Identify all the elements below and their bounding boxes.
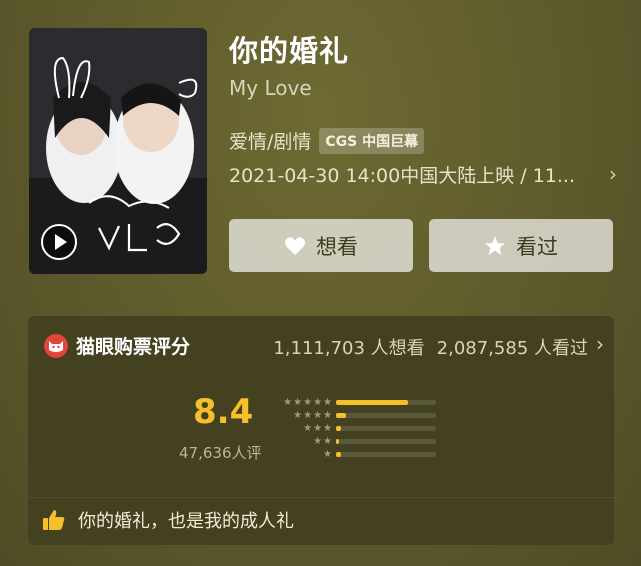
rating-bar-fill xyxy=(336,400,408,405)
release-info-row[interactable]: 2021-04-30 14:00中国大陆上映 / 11... › xyxy=(229,161,621,187)
rating-card: 猫眼购票评分 1,111,703 人想看 2,087,585 人看过 › 8.4… xyxy=(28,316,614,545)
thumbs-up-icon xyxy=(43,509,65,530)
star-icon: ★ xyxy=(303,396,313,408)
rater-count: 47,636人评 xyxy=(179,444,262,462)
star-icon: ★ xyxy=(303,409,313,421)
movie-genre: 爱情/剧情 xyxy=(229,131,312,153)
star-icon: ★ xyxy=(323,409,332,421)
star-icons: ★ ★ ★ ★ ★ xyxy=(280,396,332,408)
star-icons: ★ xyxy=(280,448,332,460)
audience-counts[interactable]: 1,111,703 人想看 2,087,585 人看过 xyxy=(273,334,588,360)
star-icon: ★ xyxy=(323,422,332,434)
rating-card-title: 猫眼购票评分 xyxy=(76,336,191,358)
rating-row-4-star: ★ ★ ★ ★ xyxy=(280,409,436,422)
movie-title: 你的婚礼 xyxy=(229,34,350,68)
rating-bar-fill xyxy=(336,413,346,418)
play-trailer-button[interactable] xyxy=(41,224,77,260)
star-icon: ★ xyxy=(313,396,323,408)
star-icon: ★ xyxy=(313,435,323,447)
want-to-watch-button[interactable]: 想看 xyxy=(229,219,413,272)
star-icon: ★ xyxy=(303,422,313,434)
star-icon: ★ xyxy=(313,422,323,434)
rating-score: 8.4 xyxy=(193,392,254,432)
rating-row-2-star: ★ ★ xyxy=(280,435,436,448)
star-icon xyxy=(484,235,506,255)
rating-bar-fill xyxy=(336,439,339,444)
heart-icon xyxy=(285,236,305,255)
rating-bar-track xyxy=(336,439,436,444)
genre-row: 爱情/剧情 CGS 中国巨幕 xyxy=(229,127,425,154)
review-text: 你的婚礼，也是我的成人礼 xyxy=(78,510,294,532)
star-icon: ★ xyxy=(323,435,332,447)
star-icon: ★ xyxy=(313,409,323,421)
star-icon: ★ xyxy=(323,448,332,460)
rating-bar-fill xyxy=(336,426,341,431)
release-info: 2021-04-30 14:00中国大陆上映 / 11... xyxy=(229,164,575,187)
chevron-right-icon: › xyxy=(596,332,604,356)
star-icon: ★ xyxy=(323,396,332,408)
maoyan-cat-icon xyxy=(44,333,68,358)
rating-distribution: ★ ★ ★ ★ ★ ★ ★ ★ ★ ★ ★ ★ ★ ★ ★ xyxy=(280,396,436,461)
seen-label: 看过 xyxy=(516,234,558,259)
rating-row-3-star: ★ ★ ★ xyxy=(280,422,436,435)
movie-english-title: My Love xyxy=(229,76,312,100)
star-icon: ★ xyxy=(283,396,293,408)
chevron-right-icon: › xyxy=(609,162,617,186)
star-icons: ★ ★ xyxy=(280,435,332,447)
star-icons: ★ ★ ★ xyxy=(280,422,332,434)
want-label: 想看 xyxy=(316,234,358,259)
format-badge: CGS 中国巨幕 xyxy=(319,127,425,154)
featured-review[interactable]: 你的婚礼，也是我的成人礼 xyxy=(28,497,614,541)
rating-bar-track xyxy=(336,413,436,418)
play-icon xyxy=(54,234,67,250)
movie-poster[interactable] xyxy=(29,28,207,274)
rating-row-1-star: ★ xyxy=(280,448,436,461)
star-icon: ★ xyxy=(293,396,303,408)
rating-bar-track xyxy=(336,400,436,405)
star-icons: ★ ★ ★ ★ xyxy=(280,409,332,421)
rating-bar-track xyxy=(336,426,436,431)
seen-count: 2,087,585 人看过 xyxy=(436,338,588,359)
want-count: 1,111,703 人想看 xyxy=(273,338,425,359)
rating-card-header: 猫眼购票评分 xyxy=(44,332,190,359)
watched-button[interactable]: 看过 xyxy=(429,219,613,272)
star-icon: ★ xyxy=(293,409,303,421)
rating-row-5-star: ★ ★ ★ ★ ★ xyxy=(280,396,436,409)
rating-bar-track xyxy=(336,452,436,457)
rating-bar-fill xyxy=(336,452,341,457)
